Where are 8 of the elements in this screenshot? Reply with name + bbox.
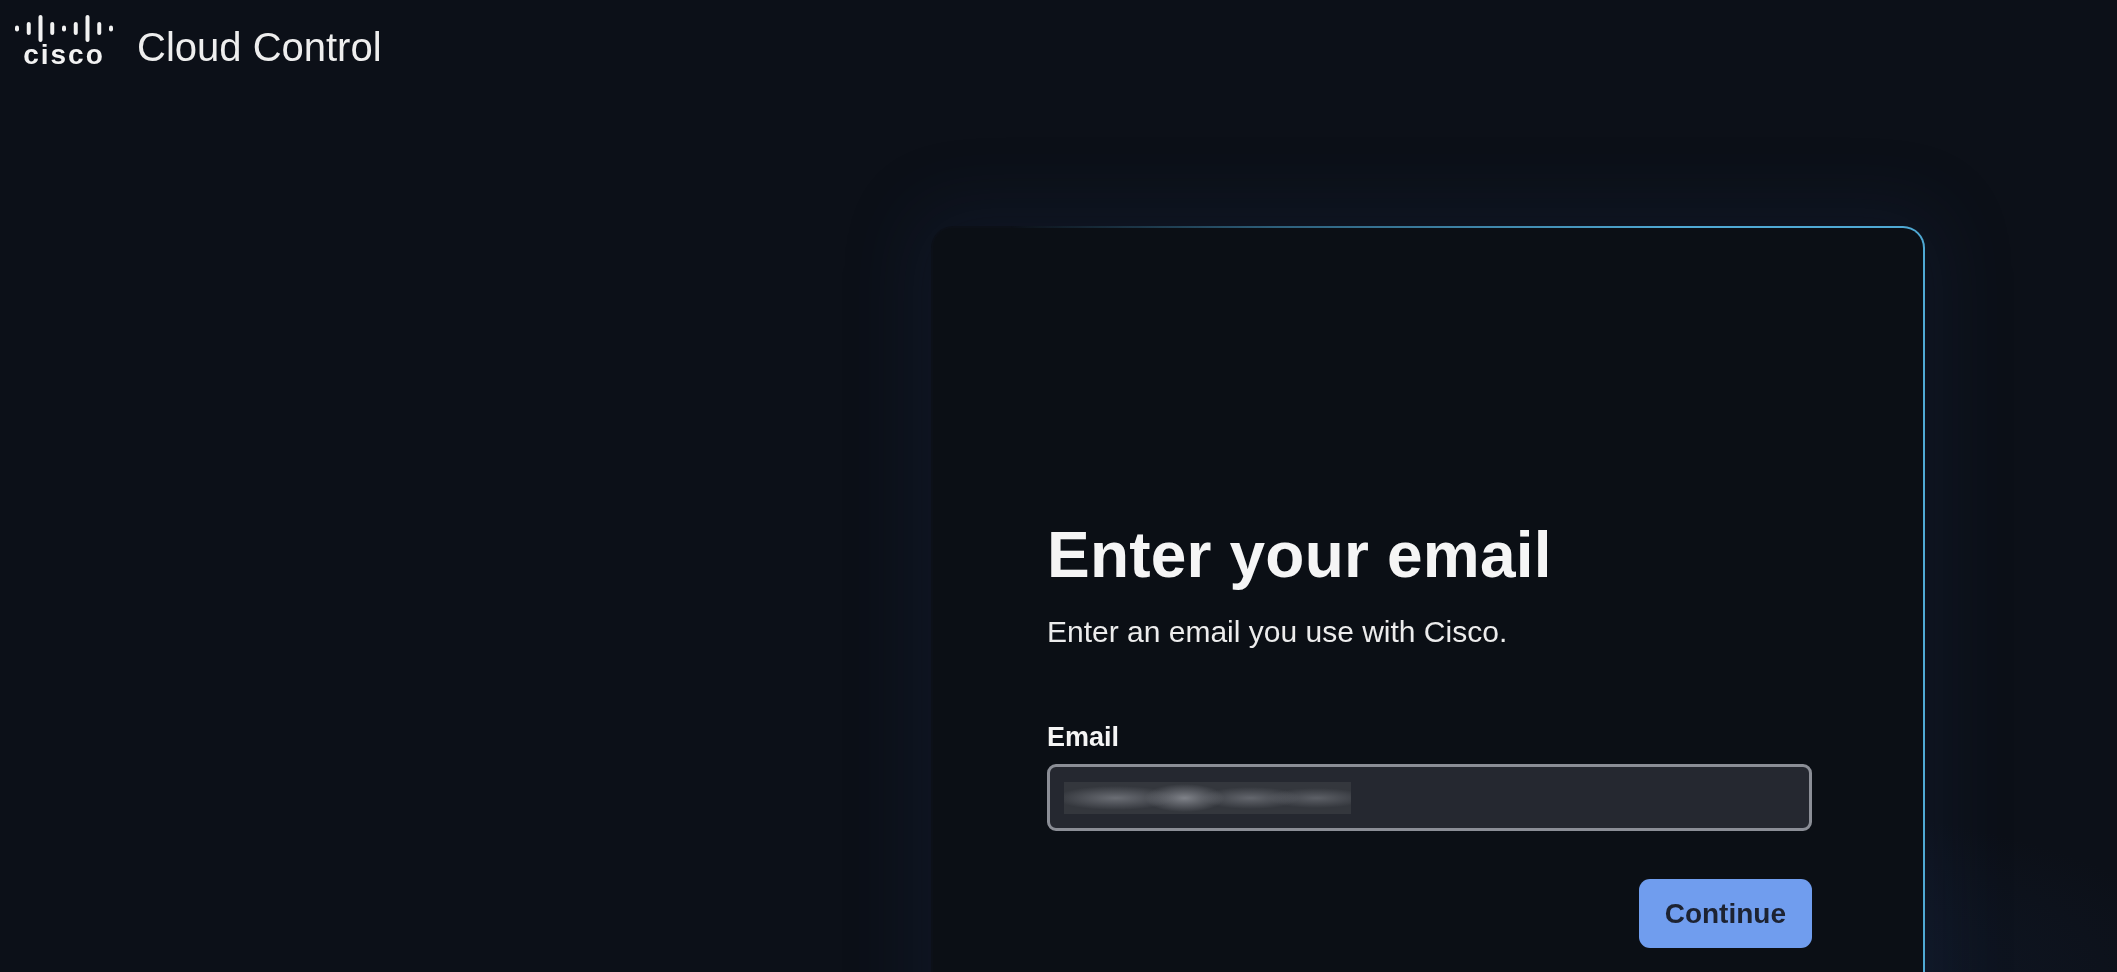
logo-bars-icon: [15, 15, 113, 42]
card-heading: Enter your email: [1047, 518, 1553, 593]
card-subtitle: Enter an email you use with Cisco.: [1047, 613, 1509, 650]
email-input[interactable]: [1047, 764, 1812, 832]
email-label: Email: [1047, 720, 1121, 754]
continue-button[interactable]: Continue: [1638, 879, 1812, 949]
logo-wordmark: cisco: [23, 41, 105, 69]
app-title: Cloud Control: [137, 24, 382, 71]
